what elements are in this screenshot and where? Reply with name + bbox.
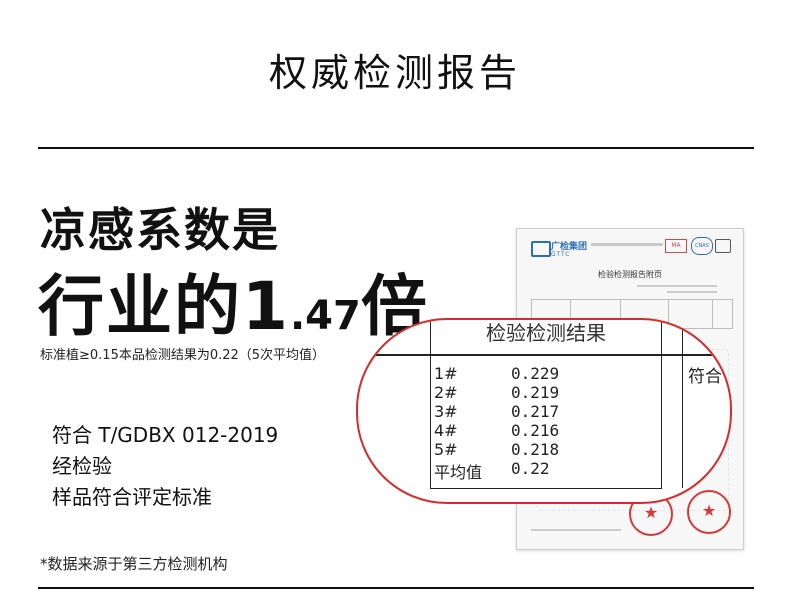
report-brand-sub: GTTC	[551, 251, 571, 258]
sample-label: 3#	[434, 402, 458, 421]
report-org-line	[591, 243, 663, 246]
sample-value: 0.229	[511, 364, 560, 383]
results-column-rule	[682, 320, 683, 488]
sample-value: 0.217	[511, 402, 560, 421]
standard-block: 符合 T/GDBX 012-2019 经检验 样品符合评定标准	[52, 420, 278, 513]
divider-top	[38, 147, 754, 149]
report-text-line	[667, 291, 717, 293]
magnified-results-callout: 检验检测结果 1# 0.229 2# 0.219 3# 0.217 4# 0.2…	[356, 318, 732, 504]
sample-label: 5#	[434, 440, 458, 459]
results-section-header: 检验检测结果	[486, 321, 606, 345]
accreditation-mark-icon	[715, 239, 731, 253]
sample-value: 0.216	[511, 421, 560, 440]
results-header-rule	[358, 354, 730, 356]
cnas-mark-icon: CNAS	[691, 237, 713, 255]
standard-line: 样品符合评定标准	[52, 485, 212, 509]
standard-line: 符合 T/GDBX 012-2019	[52, 423, 279, 447]
standard-line: 经检验	[52, 454, 112, 478]
headline-line2: 行业的1.47倍	[38, 253, 429, 345]
star-seal-icon: ★	[687, 490, 731, 534]
result-verdict: 符合	[688, 367, 722, 387]
sample-label: 4#	[434, 421, 458, 440]
cma-mark-icon: MA	[665, 239, 687, 253]
report-title: 检验检测报告附页	[598, 270, 662, 279]
sample-label: 2#	[434, 383, 458, 402]
divider-bottom	[38, 587, 754, 589]
page-title: 权威检测报告	[268, 51, 521, 95]
report-footer-line	[531, 529, 621, 531]
headline-line1: 凉感系数是	[40, 203, 280, 257]
sample-value: 0.22	[511, 459, 550, 478]
headline-digits: 47	[305, 293, 361, 339]
sample-value: 0.218	[511, 440, 560, 459]
headline-prefix: 行业的1	[38, 268, 290, 345]
sample-value: 0.219	[511, 383, 560, 402]
headline-dot: .	[289, 293, 306, 339]
sample-label: 平均值	[434, 463, 483, 482]
sample-label: 1#	[434, 364, 458, 383]
footnote: *数据来源于第三方检测机构	[40, 555, 228, 573]
report-text-line	[637, 285, 717, 287]
gttc-logo-icon	[531, 241, 551, 257]
standard-note: 标准植≥0.15本品检测结果为0.22（5次平均值）	[40, 348, 326, 363]
